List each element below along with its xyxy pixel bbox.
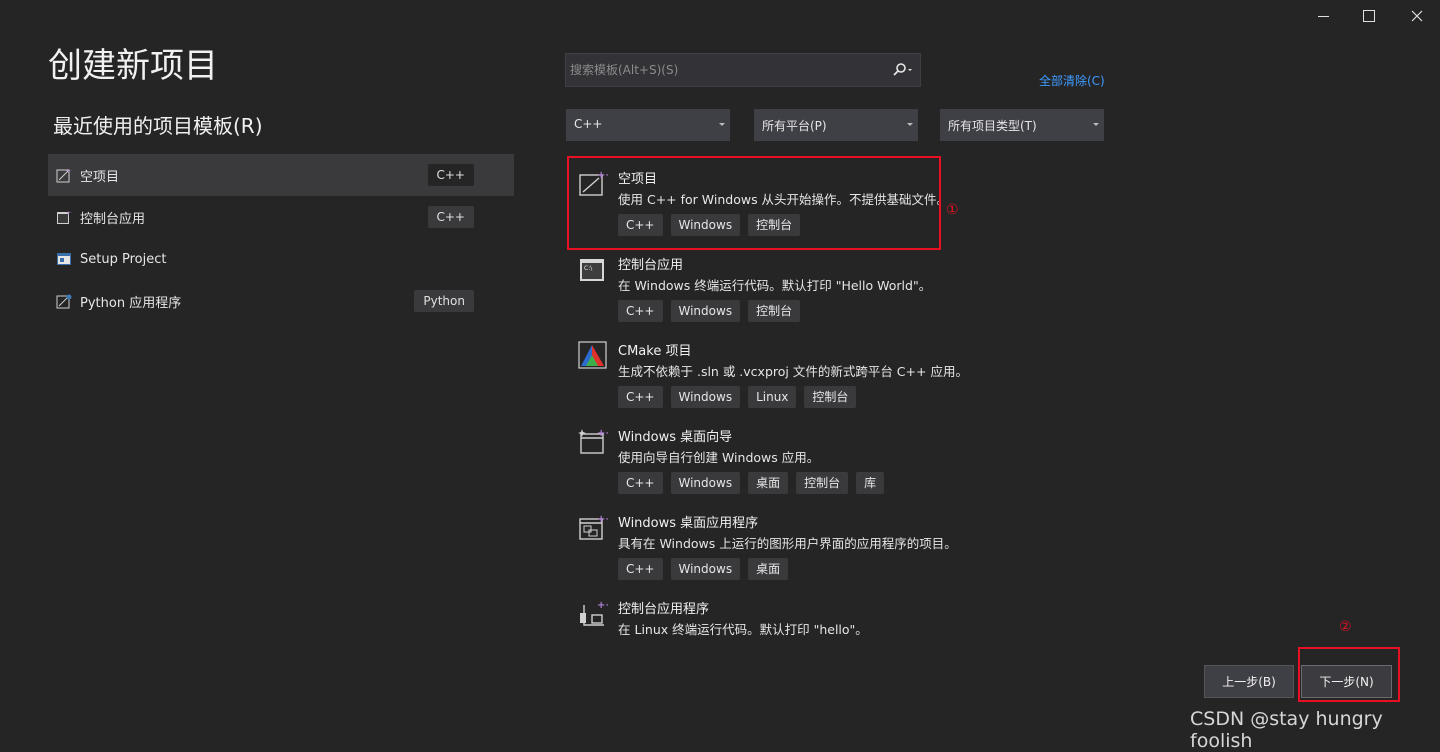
template-name: 控制台应用 (618, 258, 684, 273)
template-cmake-project[interactable]: CMake 项目 生成不依赖于 .sln 或 .vcxproj 文件的新式跨平台… (566, 328, 968, 414)
setup-project-icon (57, 253, 71, 265)
close-icon[interactable] (1394, 0, 1440, 32)
recent-item-label: Setup Project (80, 251, 167, 267)
template-tags: C++ Windows 桌面 控制台 库 (618, 472, 885, 494)
language-tag: C++ (427, 164, 474, 186)
tag: 控制台 (748, 214, 801, 236)
recent-item-label: 空项目 (80, 169, 120, 185)
tag: 控制台 (748, 300, 801, 322)
recent-templates-heading: 最近使用的项目模板(R) (53, 114, 263, 138)
template-name: Windows 桌面向导 (618, 430, 733, 445)
tag: Linux (748, 386, 797, 408)
search-input[interactable] (566, 54, 894, 86)
project-type-filter-value: 所有项目类型(T) (948, 119, 1037, 133)
python-app-icon (56, 294, 72, 309)
svg-text:C:\: C:\ (584, 265, 593, 272)
language-filter-value: C++ (574, 117, 603, 131)
tag: Windows (670, 472, 741, 494)
project-type-filter-dropdown[interactable]: 所有项目类型(T) (940, 109, 1104, 141)
template-empty-project[interactable]: ++ 空项目 使用 C++ for Windows 从头开始操作。不提供基础文件… (566, 156, 966, 242)
annotation-mark-1: ① (946, 202, 959, 218)
empty-project-icon: ++ (579, 170, 608, 196)
template-name: 控制台应用程序 (618, 602, 710, 617)
tag: Windows (670, 558, 741, 580)
tag: C++ (618, 214, 663, 236)
clear-all-link[interactable]: 全部清除(C) (1039, 72, 1105, 89)
language-filter-dropdown[interactable]: C++ (566, 109, 730, 141)
template-description: 具有在 Windows 上运行的图形用户界面的应用程序的项目。 (618, 536, 957, 551)
recent-templates-list: ++ 空项目 C++ ++ 控制台应用 C++ Setup Project Py… (48, 154, 514, 322)
svg-text:++: ++ (66, 168, 72, 175)
recent-item-empty-project[interactable]: ++ 空项目 C++ (48, 154, 514, 196)
chevron-down-icon (1093, 123, 1099, 126)
platform-filter-value: 所有平台(P) (762, 119, 827, 133)
template-tags: C++ Windows Linux 控制台 (618, 386, 857, 408)
next-button[interactable]: 下一步(N) (1301, 665, 1392, 698)
empty-project-icon: ++ (56, 168, 72, 183)
template-description: 在 Linux 终端运行代码。默认打印 "hello"。 (618, 622, 868, 637)
recent-item-setup-project[interactable]: Setup Project (48, 238, 514, 280)
search-icon[interactable] (890, 62, 916, 78)
recent-item-python-app[interactable]: Python 应用程序 Python (48, 280, 514, 322)
tag: 桌面 (748, 472, 789, 494)
tag: C++ (618, 472, 663, 494)
annotation-mark-2: ② (1339, 619, 1352, 635)
svg-text:++: ++ (597, 428, 608, 439)
console-app-icon: ++ (57, 210, 72, 224)
recent-item-console-app[interactable]: ++ 控制台应用 C++ (48, 196, 514, 238)
recent-item-label: 控制台应用 (80, 211, 146, 227)
maximize-icon[interactable] (1346, 0, 1392, 32)
template-desktop-app[interactable]: ++ Windows 桌面应用程序 具有在 Windows 上运行的图形用户界面… (566, 500, 966, 586)
tag: Windows (670, 214, 741, 236)
tag: Windows (670, 386, 741, 408)
template-tags: C++ Windows 控制台 (618, 214, 801, 236)
language-tag: C++ (427, 206, 474, 228)
desktop-app-icon: ++ (579, 514, 608, 540)
template-desktop-wizard[interactable]: ++ Windows 桌面向导 使用向导自行创建 Windows 应用。 C++… (566, 414, 966, 500)
template-tags: C++ Windows 控制台 (618, 300, 801, 322)
linux-console-icon: ++ (580, 600, 608, 626)
chevron-down-icon (907, 123, 913, 126)
language-tag: Python (414, 290, 474, 312)
chevron-down-icon (719, 123, 725, 126)
search-box (565, 53, 921, 87)
template-description: 生成不依赖于 .sln 或 .vcxproj 文件的新式跨平台 C++ 应用。 (618, 364, 968, 379)
tag: C++ (618, 558, 663, 580)
page-title: 创建新项目 (48, 46, 218, 86)
tag: 库 (856, 472, 885, 494)
template-name: Windows 桌面应用程序 (618, 516, 759, 531)
template-linux-console-app[interactable]: ++ 控制台应用程序 在 Linux 终端运行代码。默认打印 "hello"。 (566, 586, 966, 672)
back-button[interactable]: 上一步(B) (1204, 665, 1294, 698)
template-description: 在 Windows 终端运行代码。默认打印 "Hello World"。 (618, 278, 932, 293)
template-description: 使用 C++ for Windows 从头开始操作。不提供基础文件。 (618, 192, 950, 207)
tag: C++ (618, 300, 663, 322)
template-description: 使用向导自行创建 Windows 应用。 (618, 450, 820, 465)
template-console-app[interactable]: C:\ 控制台应用 在 Windows 终端运行代码。默认打印 "Hello W… (566, 242, 966, 328)
minimize-icon[interactable] (1300, 0, 1346, 32)
recent-item-label: Python 应用程序 (80, 295, 182, 311)
platform-filter-dropdown[interactable]: 所有平台(P) (754, 109, 918, 141)
svg-text:++: ++ (597, 514, 608, 525)
watermark: CSDN @stay hungry foolish (1190, 708, 1383, 752)
cmake-icon (578, 341, 607, 369)
desktop-wizard-icon: ++ (578, 428, 608, 454)
svg-text:++: ++ (597, 170, 608, 181)
tag: Windows (670, 300, 741, 322)
tag: C++ (618, 386, 663, 408)
console-app-icon: C:\ (580, 259, 604, 281)
tag: 桌面 (748, 558, 789, 580)
tag: 控制台 (796, 472, 849, 494)
tag: 控制台 (804, 386, 857, 408)
template-name: CMake 项目 (618, 344, 692, 359)
template-tags: C++ Windows 桌面 (618, 558, 789, 580)
template-name: 空项目 (618, 172, 658, 187)
svg-text:++: ++ (597, 600, 608, 611)
svg-text:++: ++ (66, 210, 72, 217)
